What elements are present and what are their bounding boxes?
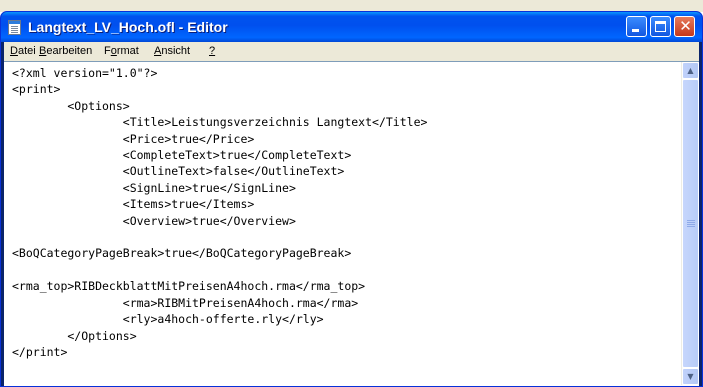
editor-line: <Options> xyxy=(12,98,130,113)
editor-line: <Overview>true</Overview> xyxy=(12,213,296,228)
menu-ansicht[interactable]: Ansicht xyxy=(154,45,190,57)
editor-line: </Options> xyxy=(12,328,137,343)
editor-line: <rma>RIBMitPreisenA4hoch.rma</rma> xyxy=(12,295,359,310)
notepad-icon[interactable] xyxy=(8,20,21,35)
editor-line: <rma_top>RIBDeckblattMitPreisenA4hoch.rm… xyxy=(12,279,366,294)
editor-line: <print> xyxy=(12,82,61,97)
scroll-thumb[interactable] xyxy=(682,79,699,368)
editor-line: <CompleteText>true</CompleteText> xyxy=(12,148,352,163)
window-title: Langtext_LV_Hoch.ofl - Editor xyxy=(28,19,228,35)
editor-line: <BoQCategoryPageBreak>true</BoQCategoryP… xyxy=(12,246,352,261)
menu-bearbeiten[interactable]: Bearbeiten xyxy=(39,45,92,57)
maximize-icon xyxy=(655,21,666,32)
menu-bar: Datei Bearbeiten Format Ansicht ? xyxy=(4,42,699,61)
close-button[interactable]: ✕ xyxy=(674,16,695,37)
editor-line: <Title>Leistungsverzeichnis Langtext</Ti… xyxy=(12,115,428,130)
scroll-down-button[interactable]: ▼ xyxy=(682,368,699,385)
maximize-button[interactable] xyxy=(650,16,671,37)
title-bar[interactable]: Langtext_LV_Hoch.ofl - Editor ✕ xyxy=(1,12,702,42)
scroll-down-arrow-icon: ▼ xyxy=(687,372,694,381)
editor-line: </print> xyxy=(12,344,68,359)
editor-line: <Items>true</Items> xyxy=(12,197,255,212)
minimize-button[interactable] xyxy=(626,16,647,37)
editor-line: <OutlineText>false</OutlineText> xyxy=(12,164,345,179)
vertical-scrollbar[interactable]: ▲ ▼ xyxy=(681,62,699,385)
editor-text[interactable]: <?xml version="1.0"?> <print> <Options> <… xyxy=(12,65,672,383)
scroll-up-arrow-icon: ▲ xyxy=(687,66,694,75)
scroll-up-button[interactable]: ▲ xyxy=(682,62,699,79)
editor-line: <Price>true</Price> xyxy=(12,131,255,146)
close-icon: ✕ xyxy=(679,17,692,35)
notepad-window: Langtext_LV_Hoch.ofl - Editor ✕ Datei Be… xyxy=(0,11,703,387)
editor-line: <?xml version="1.0"?> xyxy=(12,66,158,80)
minimize-icon xyxy=(632,29,639,32)
editor-line: <rly>a4hoch-offerte.rly</rly> xyxy=(12,312,324,327)
menu-datei[interactable]: Datei xyxy=(10,45,36,57)
grip-icon xyxy=(687,220,695,221)
menu-format[interactable]: Format xyxy=(104,45,139,57)
menu-help[interactable]: ? xyxy=(209,45,215,57)
editor-line: <SignLine>true</SignLine> xyxy=(12,180,296,195)
editor-area[interactable]: <?xml version="1.0"?> <print> <Options> <… xyxy=(4,61,699,386)
